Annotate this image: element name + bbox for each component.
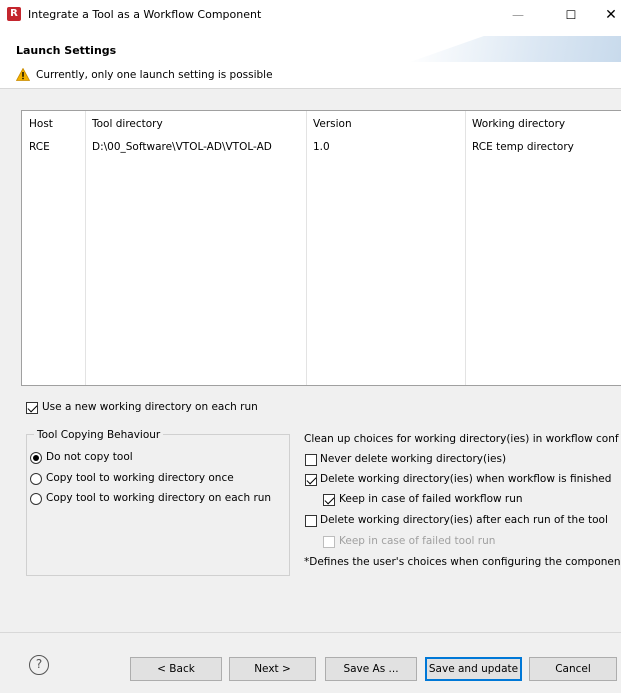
radio-do-not-copy[interactable] <box>30 452 42 464</box>
column-header-host[interactable]: Host <box>29 118 53 130</box>
launch-settings-table[interactable]: Host Tool directory Version Working dire… <box>21 110 621 386</box>
radio-copy-each-run[interactable] <box>30 493 42 505</box>
maximize-button[interactable]: ☐ <box>556 4 586 26</box>
delete-after-each-run-checkbox[interactable] <box>305 515 317 527</box>
keep-failed-tool-run-label: Keep in case of failed tool run <box>339 535 496 547</box>
new-working-dir-checkbox[interactable] <box>26 402 38 414</box>
radio-copy-each-run-label[interactable]: Copy tool to working directory on each r… <box>46 492 271 504</box>
table-cell-host[interactable]: RCE <box>29 141 50 153</box>
column-header-tool-directory[interactable]: Tool directory <box>92 118 163 130</box>
delete-after-each-run-label[interactable]: Delete working directory(ies) after each… <box>320 514 608 526</box>
keep-failed-workflow-checkbox[interactable] <box>323 494 335 506</box>
table-cell-working-directory[interactable]: RCE temp directory <box>472 141 574 153</box>
close-button[interactable]: ✕ <box>596 4 621 26</box>
cleanup-note: *Defines the user's choices when configu… <box>304 556 621 568</box>
column-divider <box>306 111 307 385</box>
next-button[interactable]: Next > <box>229 657 316 681</box>
keep-failed-workflow-label[interactable]: Keep in case of failed workflow run <box>339 493 523 505</box>
page-title: Launch Settings <box>16 44 117 57</box>
cancel-button[interactable]: Cancel <box>529 657 617 681</box>
header-message: Currently, only one launch setting is po… <box>36 69 273 81</box>
warning-icon <box>16 68 30 81</box>
save-as-button[interactable]: Save As ... <box>325 657 417 681</box>
radio-copy-once[interactable] <box>30 473 42 485</box>
tool-copying-title: Tool Copying Behaviour <box>34 429 164 441</box>
footer-divider <box>0 632 621 633</box>
help-icon[interactable]: ? <box>29 655 49 675</box>
minimize-button[interactable]: — <box>503 4 533 26</box>
header-banner-graphic <box>410 36 621 62</box>
save-and-update-button[interactable]: Save and update <box>425 657 522 681</box>
keep-failed-tool-run-checkbox <box>323 536 335 548</box>
app-logo-icon: R <box>7 7 21 21</box>
column-divider <box>465 111 466 385</box>
never-delete-label[interactable]: Never delete working directory(ies) <box>320 453 506 465</box>
delete-when-finished-label[interactable]: Delete working directory(ies) when workf… <box>320 473 611 485</box>
radio-do-not-copy-label[interactable]: Do not copy tool <box>46 451 133 463</box>
window-titlebar: R Integrate a Tool as a Workflow Compone… <box>0 0 621 30</box>
window-title: Integrate a Tool as a Workflow Component <box>28 8 262 21</box>
header-divider <box>0 88 621 89</box>
table-cell-tool-directory[interactable]: D:\00_Software\VTOL-AD\VTOL-AD <box>92 141 272 153</box>
column-header-version[interactable]: Version <box>313 118 352 130</box>
cleanup-title: Clean up choices for working directory(i… <box>304 433 619 445</box>
radio-copy-once-label[interactable]: Copy tool to working directory once <box>46 472 234 484</box>
wizard-header: Launch Settings Currently, only one laun… <box>0 30 621 88</box>
column-divider <box>85 111 86 385</box>
never-delete-checkbox[interactable] <box>305 454 317 466</box>
table-cell-version[interactable]: 1.0 <box>313 141 330 153</box>
delete-when-finished-checkbox[interactable] <box>305 474 317 486</box>
back-button[interactable]: < Back <box>130 657 222 681</box>
column-header-working-directory[interactable]: Working directory <box>472 118 565 130</box>
new-working-dir-label[interactable]: Use a new working directory on each run <box>42 401 258 413</box>
